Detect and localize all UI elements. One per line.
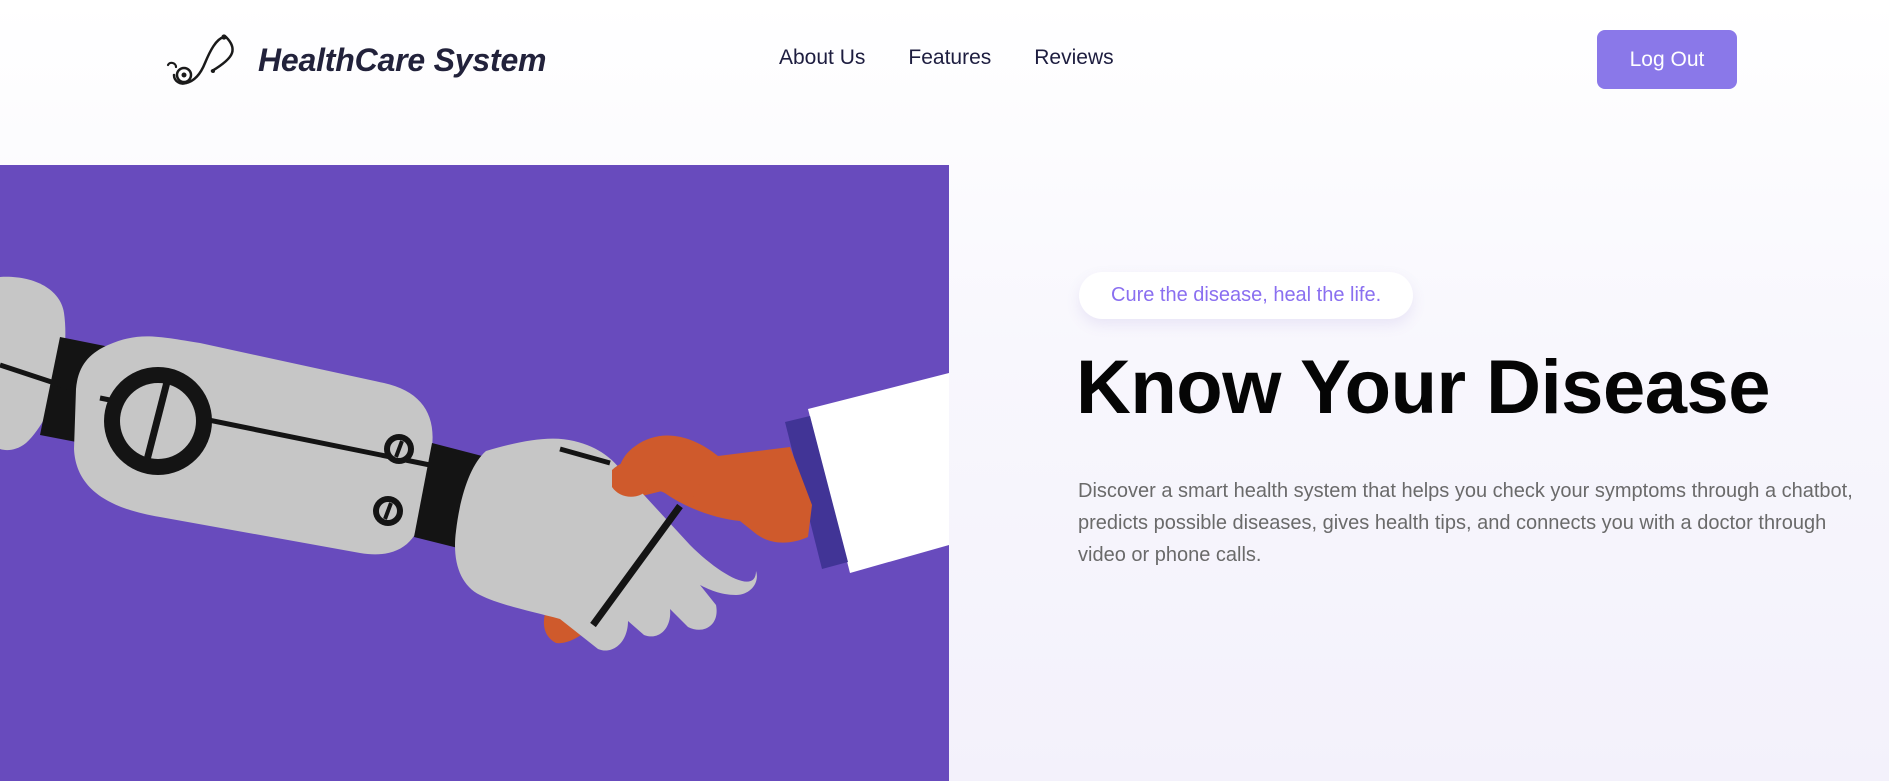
logout-button[interactable]: Log Out xyxy=(1597,30,1737,89)
brand[interactable]: HealthCare System xyxy=(164,30,546,90)
nav-reviews[interactable]: Reviews xyxy=(1034,46,1113,70)
site-header: HealthCare System About Us Features Revi… xyxy=(0,0,1889,120)
hero-description: Discover a smart health system that help… xyxy=(1078,480,1853,566)
stethoscope-icon xyxy=(166,34,234,85)
hero-illustration xyxy=(0,165,949,781)
hero-tagline-badge: Cure the disease, heal the life. xyxy=(1079,272,1414,319)
nav-about-us[interactable]: About Us xyxy=(779,46,865,70)
nav-features[interactable]: Features xyxy=(908,46,991,70)
main-nav: About Us Features Reviews xyxy=(779,46,1114,70)
brand-name: HealthCare System xyxy=(258,41,547,78)
hero-title: Know Your Disease xyxy=(1076,345,1771,430)
robot-human-handshake-illustration xyxy=(0,165,949,781)
